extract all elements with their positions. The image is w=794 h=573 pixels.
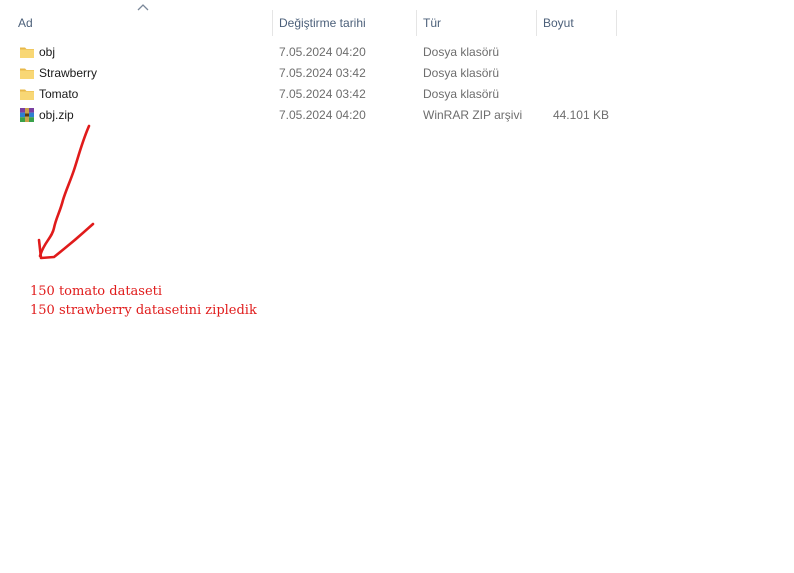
annotation-line-2: 150 strawberry datasetini zipledik: [30, 303, 257, 318]
file-type: WinRAR ZIP arşivi: [423, 108, 523, 122]
column-header-size[interactable]: Boyut: [537, 10, 616, 36]
file-type: Dosya klasörü: [423, 87, 500, 101]
column-header-type[interactable]: Tür: [417, 10, 536, 36]
folder-icon: [20, 47, 34, 58]
file-name: Tomato: [39, 87, 79, 101]
folder-icon: [20, 89, 34, 100]
file-date: 7.05.2024 04:20: [279, 45, 366, 59]
file-date: 7.05.2024 04:20: [279, 108, 366, 122]
file-explorer-view: Ad Değiştirme tarihi Tür Boyut obj 7.05.…: [0, 0, 794, 573]
file-row[interactable]: Strawberry 7.05.2024 03:42 Dosya klasörü: [12, 63, 616, 84]
file-row[interactable]: obj 7.05.2024 04:20 Dosya klasörü: [12, 42, 616, 63]
annotation-line-1: 150 tomato dataseti: [30, 284, 163, 299]
file-date: 7.05.2024 03:42: [279, 66, 366, 80]
file-date: 7.05.2024 03:42: [279, 87, 366, 101]
column-header-date-modified[interactable]: Değiştirme tarihi: [273, 10, 416, 36]
file-size: 44.101 KB: [552, 108, 609, 122]
column-header-row: Ad Değiştirme tarihi Tür Boyut: [0, 0, 794, 44]
folder-icon: [20, 68, 34, 79]
file-row[interactable]: Tomato 7.05.2024 03:42 Dosya klasörü: [12, 84, 616, 105]
file-type: Dosya klasörü: [423, 45, 500, 59]
file-name: Strawberry: [39, 66, 98, 80]
column-header-name[interactable]: Ad: [12, 10, 272, 36]
annotation-arrow: [37, 124, 95, 260]
column-divider[interactable]: [616, 10, 617, 36]
file-name: obj: [39, 45, 56, 59]
file-type: Dosya klasörü: [423, 66, 500, 80]
